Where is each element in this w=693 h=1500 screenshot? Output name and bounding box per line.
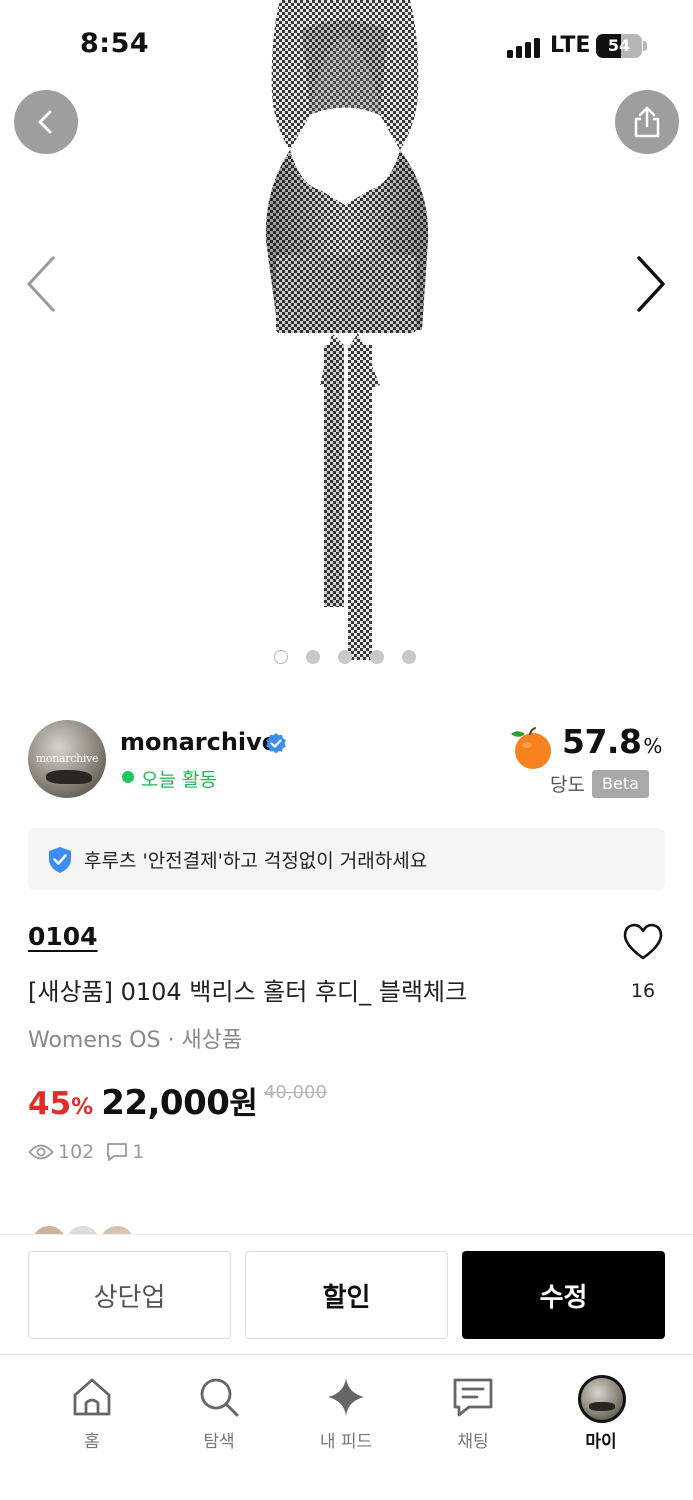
previous-image-button[interactable] xyxy=(20,252,60,316)
product-stats: 102 1 xyxy=(28,1138,144,1166)
edit-button[interactable]: 수정 xyxy=(462,1251,665,1339)
beta-badge: Beta xyxy=(592,770,649,798)
comment-icon xyxy=(107,1143,128,1161)
tab-home-label: 홈 xyxy=(84,1432,100,1452)
sweetness-value: 57.8% xyxy=(562,722,662,761)
tab-search[interactable]: 탐색 xyxy=(164,1375,274,1455)
carousel-dot[interactable] xyxy=(402,650,416,664)
sweetness-label: 당도 xyxy=(550,774,585,796)
product-image-carousel[interactable]: 8:54 LTE 54 xyxy=(0,0,693,690)
share-icon xyxy=(634,106,660,138)
network-label: LTE xyxy=(550,33,591,58)
battery-level: 54 xyxy=(607,36,631,55)
discount-button[interactable]: 할인 xyxy=(245,1251,448,1339)
safe-payment-text: 후루츠 '안전결제'하고 걱정없이 거래하세요 xyxy=(84,850,428,872)
safe-payment-banner[interactable]: 후루츠 '안전결제'하고 걱정없이 거래하세요 xyxy=(28,828,665,890)
action-bar: 상단업 할인 수정 xyxy=(0,1234,693,1354)
home-icon xyxy=(73,1378,111,1416)
eye-icon xyxy=(28,1144,54,1160)
chat-icon xyxy=(453,1378,493,1417)
seller-name[interactable]: monarchive xyxy=(120,728,278,756)
discount-unit: % xyxy=(71,1095,94,1120)
shield-check-icon xyxy=(49,847,71,873)
price-currency: 원 xyxy=(229,1086,258,1122)
product-title: [새상품] 0104 백리스 홀터 후디_ 블랙체크 xyxy=(28,978,468,1006)
orange-fruit-icon xyxy=(511,727,551,769)
original-price: 40,000 xyxy=(263,1082,327,1103)
carousel-dot[interactable] xyxy=(338,650,352,664)
activity-status: 오늘 활동 xyxy=(141,769,217,791)
avatar-photo-detail xyxy=(46,770,92,784)
chevron-left-icon xyxy=(27,256,55,312)
search-icon xyxy=(200,1378,239,1417)
comment-count: 1 xyxy=(132,1141,145,1163)
sparkle-icon xyxy=(328,1378,364,1416)
battery-icon: 54 xyxy=(596,34,642,58)
verified-badge-icon xyxy=(266,733,286,754)
chevron-right-icon xyxy=(637,256,665,312)
like-count: 16 xyxy=(630,980,656,1002)
avatar-logo-text: monarchive xyxy=(35,752,99,765)
seller-avatar[interactable]: monarchive xyxy=(28,720,106,798)
carousel-dot[interactable] xyxy=(274,650,288,664)
carousel-dot[interactable] xyxy=(306,650,320,664)
discount-percent: 45 xyxy=(28,1086,72,1122)
status-time: 8:54 xyxy=(80,28,150,59)
heart-icon[interactable] xyxy=(622,922,664,962)
active-status-dot xyxy=(122,771,134,783)
product-image xyxy=(265,0,429,660)
profile-avatar xyxy=(578,1375,626,1423)
brand-link[interactable]: 0104 xyxy=(28,922,98,951)
carousel-indicator xyxy=(274,650,416,664)
back-button[interactable] xyxy=(14,90,78,154)
sweetness-unit: % xyxy=(643,734,662,758)
bump-up-button[interactable]: 상단업 xyxy=(28,1251,231,1339)
tab-my-label: 마이 xyxy=(585,1432,617,1452)
carousel-dot[interactable] xyxy=(370,650,384,664)
sweetness-score[interactable]: 57.8% 당도 Beta xyxy=(508,720,668,810)
sale-price: 22,000 xyxy=(101,1083,230,1123)
sweetness-number: 57.8 xyxy=(562,722,642,761)
tab-search-label: 탐색 xyxy=(203,1432,235,1452)
tab-feed[interactable]: 내 피드 xyxy=(291,1375,401,1455)
status-bar: 8:54 LTE 54 xyxy=(0,0,693,92)
bottom-tab-bar: 홈 탐색 내 피드 채팅 마이 xyxy=(0,1354,693,1500)
tab-my[interactable]: 마이 xyxy=(546,1375,656,1455)
next-image-button[interactable] xyxy=(632,252,672,316)
chevron-left-icon xyxy=(38,110,52,134)
battery-tip xyxy=(643,41,647,51)
seller-row[interactable]: monarchive monarchive 오늘 활동 57.8% 당도 Bet… xyxy=(28,720,668,810)
signal-icon xyxy=(507,38,543,58)
product-meta: Womens OS · 새상품 xyxy=(28,1028,243,1053)
tab-chat[interactable]: 채팅 xyxy=(418,1375,528,1455)
tab-feed-label: 내 피드 xyxy=(319,1432,373,1452)
tab-chat-label: 채팅 xyxy=(457,1432,489,1452)
tab-home[interactable]: 홈 xyxy=(37,1375,147,1455)
view-count: 102 xyxy=(58,1141,95,1163)
share-button[interactable] xyxy=(615,90,679,154)
price-row: 45% 22,000원 40,000 xyxy=(28,1078,327,1124)
